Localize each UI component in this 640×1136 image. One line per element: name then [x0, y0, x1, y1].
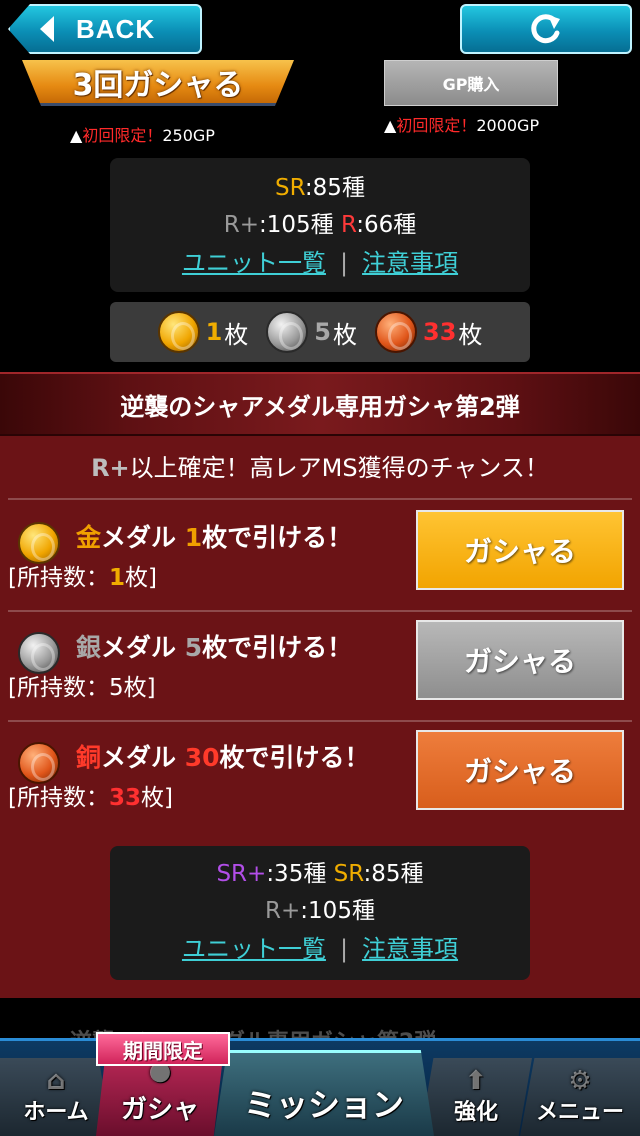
- top-bar: BACK: [0, 0, 640, 60]
- tab-home[interactable]: ⌂ ホーム: [0, 1058, 112, 1136]
- bronze-row-title: 銅メダル 30枚で引ける！: [76, 743, 370, 772]
- info-links: ユニット一覧 | 注意事項: [110, 244, 530, 282]
- previous-gacha-section: 3回ガシャる GP購入 ▲初回限定！250GP ▲初回限定！2000GP SR:…: [0, 60, 640, 372]
- bottom-tab-area: 逆襲のシャアメダル専用ガシャ第2弾 ⌂ ホーム ⬆ 強化 ⚙ メニュー ミッショ…: [0, 998, 640, 1136]
- gold-gacha-button[interactable]: ガシャる: [416, 510, 624, 590]
- refresh-icon: [531, 14, 560, 44]
- tab-menu[interactable]: ⚙ メニュー: [520, 1058, 640, 1136]
- back-button[interactable]: BACK: [8, 4, 202, 54]
- gacha-3-times-label: 3回ガシャる: [72, 67, 244, 103]
- panel-header: 逆襲のシャアメダル専用ガシャ第2弾: [0, 374, 640, 436]
- silver-medal-count: 5枚: [266, 311, 357, 353]
- gold-medal-count: 1枚: [157, 311, 248, 353]
- tab-enhance-label: 強化: [453, 1100, 498, 1125]
- home-icon: ⌂: [46, 1066, 66, 1096]
- silver-row-title: 銀メダル 5枚で引ける！: [76, 633, 353, 662]
- tab-menu-label: メニュー: [535, 1100, 624, 1125]
- gear-icon: ⚙: [568, 1066, 592, 1096]
- back-arrow-icon: [40, 16, 54, 42]
- first-time-note-right: ▲初回限定！2000GP: [384, 116, 540, 135]
- bronze-medal-icon: [375, 311, 417, 353]
- medal-gacha-panel: 逆襲のシャアメダル専用ガシャ第2弾 R+以上確定！高レアMS獲得のチャンス！ 金…: [0, 372, 640, 998]
- rarity-info-box: SR:85種 R+:105種 R:66種 ユニット一覧 | 注意事項: [110, 158, 530, 292]
- back-label: BACK: [76, 13, 156, 44]
- tab-home-label: ホーム: [23, 1100, 89, 1125]
- rarity-line-rplus: R+:105種: [265, 898, 375, 924]
- link-separator: |: [339, 249, 349, 277]
- tab-mission[interactable]: ミッション: [214, 1050, 434, 1136]
- gacha-3-times-button[interactable]: 3回ガシャる: [22, 60, 294, 106]
- silver-owned-count: [所持数：5枚]: [8, 675, 156, 701]
- bronze-gacha-button[interactable]: ガシャる: [416, 730, 624, 810]
- panel-title: 逆襲のシャアメダル専用ガシャ第2弾: [120, 392, 520, 421]
- silver-gacha-row: 銀メダル 5枚で引ける！ [所持数：5枚] ガシャる: [0, 610, 640, 718]
- bronze-medal-count: 33 枚: [375, 311, 482, 353]
- medal-inventory: 1枚 5枚 33 枚: [110, 302, 530, 362]
- refresh-button[interactable]: [460, 4, 632, 54]
- enhance-arrow-icon: ⬆: [465, 1066, 487, 1096]
- gold-row-title: 金メダル 1枚で引ける！: [76, 523, 353, 552]
- tab-enhance[interactable]: ⬆ 強化: [420, 1058, 532, 1136]
- gold-owned-count: [所持数：1枚]: [8, 565, 157, 591]
- silver-medal-icon: [266, 311, 309, 353]
- unit-list-link[interactable]: ユニット一覧: [182, 249, 326, 277]
- notes-link[interactable]: 注意事項: [362, 935, 458, 963]
- rarity-line-sr: SR:85種: [275, 175, 365, 201]
- link-separator: |: [339, 935, 349, 963]
- gold-medal-icon: [157, 311, 200, 353]
- first-time-note-left: ▲初回限定！250GP: [70, 126, 215, 145]
- tab-gacha-label: ガシャ: [120, 1095, 199, 1125]
- info-links: ユニット一覧 | 注意事項: [110, 930, 530, 968]
- unit-list-link[interactable]: ユニット一覧: [182, 935, 326, 963]
- bronze-gacha-row: 銅メダル 30枚で引ける！ [所持数：33枚] ガシャる: [0, 720, 640, 828]
- gp-purchase-button[interactable]: GP購入: [384, 60, 558, 106]
- rarity-line-sr: SR+:35種 SR:85種: [216, 861, 424, 887]
- tab-mission-label: ミッション: [243, 1086, 404, 1124]
- silver-gacha-button[interactable]: ガシャる: [416, 620, 624, 700]
- gold-gacha-row: 金メダル 1枚で引ける！ [所持数：1枚] ガシャる: [0, 500, 640, 608]
- bronze-owned-count: [所持数：33枚]: [8, 785, 173, 811]
- panel-subtitle: R+以上確定！高レアMS獲得のチャンス！: [91, 454, 549, 482]
- notes-link[interactable]: 注意事項: [362, 249, 458, 277]
- rarity-line-r: R+:105種 R:66種: [223, 212, 417, 238]
- limited-time-badge: 期間限定: [96, 1032, 230, 1066]
- panel-rarity-info-box: SR+:35種 SR:85種 R+:105種 ユニット一覧 | 注意事項: [110, 846, 530, 980]
